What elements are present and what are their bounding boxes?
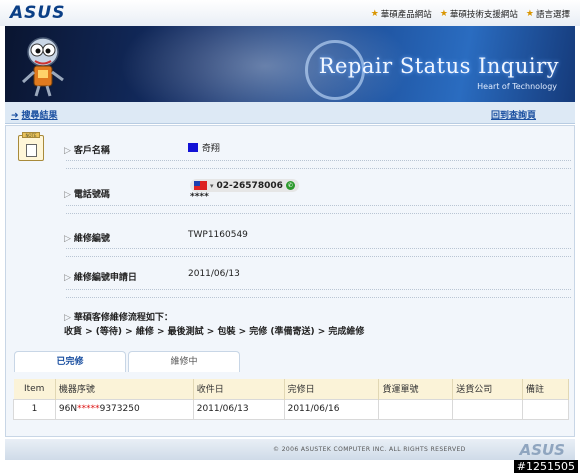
customer-name-label: ▷ 客戶名稱 (64, 143, 110, 156)
divider (66, 168, 571, 169)
divider (66, 160, 571, 161)
phone-label-text: 電話號碼 (73, 190, 110, 200)
table-row: 1 96N*****9373250 2011/06/13 2011/06/16 (13, 398, 569, 420)
process-steps: 收貨 > (等待) > 維修 > 最後測試 > 包裝 > 完修 (準備寄送) >… (64, 327, 365, 337)
apply-date-label: ▷ 維修編號申請日 (64, 270, 137, 283)
back-to-query-link[interactable]: 回到查詢頁 (491, 108, 536, 121)
cell-received: 2011/06/13 (192, 398, 285, 420)
repair-number-label-text: 維修編號 (73, 234, 110, 244)
link-language[interactable]: ★ 語言選擇 (526, 8, 570, 20)
status-tabs: 已完修 維修中 (14, 351, 244, 373)
repair-status-panel: NOTE ▷ 客戶名稱 奇翔 ▷ 電話號碼 ▾ 02-26578006 ✆ ****… (5, 125, 575, 437)
banner-subtitle: Heart of Technology (477, 82, 557, 91)
repair-number-label: ▷ 維修編號 (64, 231, 110, 244)
col-serial: 機器序號 (55, 379, 194, 399)
redaction-block (188, 143, 198, 152)
cell-completed: 2011/06/16 (283, 398, 380, 420)
tab-in-repair[interactable]: 維修中 (128, 351, 240, 372)
id-badge: #1251505 (513, 460, 578, 473)
star-icon: ★ (439, 9, 448, 19)
asus-logo[interactable]: ASUS (10, 3, 65, 23)
customer-name-text: 奇翔 (199, 144, 220, 154)
apply-date-label-text: 維修編號申請日 (73, 273, 137, 283)
col-tracking: 貨運單號 (378, 379, 454, 399)
triangle-bullet-icon: ▷ (64, 234, 71, 244)
repair-number-value: TWP1160549 (188, 230, 248, 240)
col-received: 收件日 (193, 379, 285, 399)
cell-item: 1 (13, 398, 56, 420)
star-icon: ★ (525, 9, 534, 19)
footer-asus-logo: ASUS (519, 441, 565, 459)
arrow-right-icon: ➜ (11, 111, 19, 121)
cell-courier (452, 398, 524, 420)
link-product-site-label: 華碩產品網站 (380, 10, 432, 20)
triangle-bullet-icon: ▷ (64, 273, 71, 283)
col-note: 備註 (522, 379, 569, 399)
top-bar: ASUS ★ 華碩產品網站 ★ 華碩技術支援網站 ★ 語言選擇 (0, 0, 580, 26)
phone-label: ▷ 電話號碼 (64, 187, 110, 200)
nav-strip: ➜ 搜尋結果 回到查詢頁 (5, 102, 575, 124)
customer-name-value: 奇翔 (188, 141, 220, 154)
repair-table: Item 機器序號 收件日 完修日 貨運單號 送貨公司 備註 1 96N****… (13, 379, 569, 420)
divider (66, 256, 571, 257)
col-item: Item (13, 379, 56, 399)
divider (66, 205, 571, 206)
tab-completed[interactable]: 已完修 (14, 351, 126, 372)
header-banner: Repair Status Inquiry Heart of Technolog… (5, 26, 575, 102)
col-completed: 完修日 (284, 379, 380, 399)
process-label: ▷ 華碩客修維修流程如下： (64, 310, 173, 323)
footer: © 2006 ASUSTEK COMPUTER INC. ALL RIGHTS … (5, 439, 575, 460)
caret-down-icon: ▾ (210, 181, 214, 190)
search-results-link[interactable]: ➜ 搜尋結果 (11, 108, 58, 121)
banner-title: Repair Status Inquiry (318, 54, 559, 78)
serial-suffix: 9373250 (99, 404, 140, 414)
note-icon-paper (26, 144, 37, 157)
divider (66, 289, 571, 290)
robot-mascot-icon (21, 37, 64, 97)
cell-tracking (378, 398, 454, 420)
star-icon: ★ (370, 9, 379, 19)
divider (66, 248, 571, 249)
col-courier: 送貨公司 (452, 379, 524, 399)
link-product-site[interactable]: ★ 華碩產品網站 (371, 8, 432, 20)
phone-masked: **** (190, 192, 209, 202)
table-header-row: Item 機器序號 收件日 完修日 貨運單號 送貨公司 備註 (13, 379, 569, 399)
serial-prefix: 96N (58, 404, 78, 414)
triangle-bullet-icon: ▷ (64, 190, 71, 200)
phone-call-icon[interactable]: ✆ (285, 181, 295, 190)
link-support-site-label: 華碩技術支援網站 (449, 10, 518, 20)
top-links: ★ 華碩產品網站 ★ 華碩技術支援網站 ★ 語言選擇 (371, 8, 570, 20)
link-support-site[interactable]: ★ 華碩技術支援網站 (440, 8, 518, 20)
search-results-link-label: 搜尋結果 (21, 111, 58, 121)
customer-name-label-text: 客戶名稱 (73, 146, 110, 156)
phone-number-widget[interactable]: ▾ 02-26578006 ✆ (190, 179, 299, 192)
divider (66, 297, 571, 298)
taiwan-flag-icon (194, 181, 207, 190)
phone-number: 02-26578006 (216, 180, 283, 191)
copyright-text: © 2006 ASUSTEK COMPUTER INC. ALL RIGHTS … (273, 446, 466, 453)
cell-note (522, 398, 569, 420)
triangle-bullet-icon: ▷ (64, 146, 71, 156)
serial-mask: ***** (77, 404, 100, 414)
process-label-text: 華碩客修維修流程如下： (73, 313, 173, 323)
note-icon: NOTE (18, 132, 44, 161)
apply-date-value: 2011/06/13 (188, 269, 240, 279)
divider (66, 213, 571, 214)
link-language-label: 語言選擇 (535, 10, 570, 20)
cell-serial: 96N*****9373250 (54, 398, 194, 420)
triangle-bullet-icon: ▷ (64, 313, 71, 323)
note-icon-tab: NOTE (22, 132, 40, 138)
